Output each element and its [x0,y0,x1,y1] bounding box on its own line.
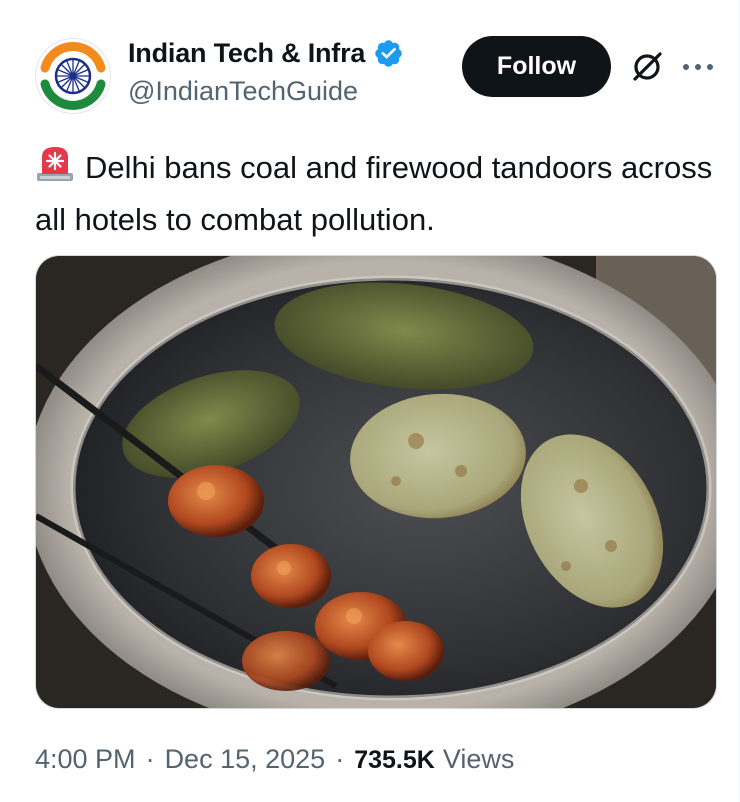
display-name[interactable]: Indian Tech & Infra [128,38,365,69]
views-label: Views [442,744,515,774]
more-options-icon [683,64,713,70]
separator: · [335,744,345,774]
avatar[interactable] [35,38,111,114]
tweet-text: Delhi bans coal and firewood tandoors ac… [35,143,715,243]
follow-button[interactable]: Follow [462,36,611,97]
tweet-date[interactable]: Dec 15, 2025 [165,744,326,775]
rotating-light-icon [35,143,75,196]
views-count: 735.5K [354,746,435,774]
grok-icon [633,52,662,81]
author-handle[interactable]: @IndianTechGuide [128,76,358,107]
tweet-media-image[interactable] [35,255,717,709]
tweet-time[interactable]: 4:00 PM [35,744,136,775]
tandoor-photo [36,256,716,708]
tweet-body: Delhi bans coal and firewood tandoors ac… [35,150,713,237]
india-flag-logo-icon [37,40,109,112]
verified-badge-icon [375,40,402,67]
author-name-row[interactable]: Indian Tech & Infra [128,38,404,69]
grok-button[interactable] [626,46,668,88]
tweet-metadata: 4:00 PM · Dec 15, 2025 · 735.5K Views [35,744,514,775]
more-options-button[interactable] [680,52,716,82]
separator: · [145,744,155,774]
